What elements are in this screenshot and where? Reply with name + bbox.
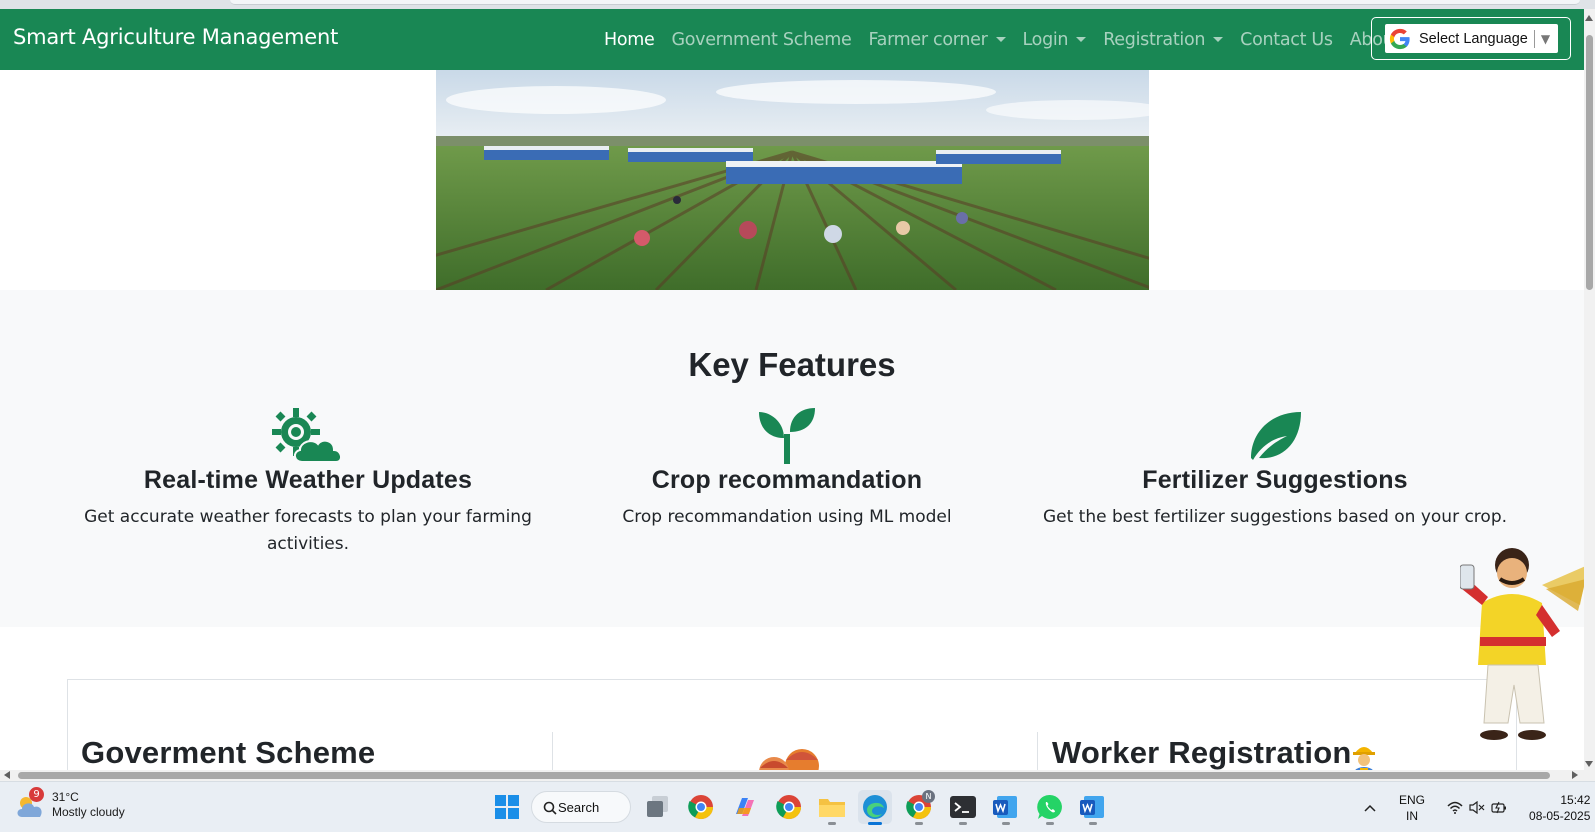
caret-down-icon [1213,37,1224,42]
nav-government-scheme-label: Government Scheme [671,29,852,50]
word-icon [1080,796,1104,818]
language-code: ENG [1399,792,1426,807]
system-tray: ENG IN 15:42 08-05-2025 [1363,782,1590,832]
chevron-up-icon[interactable] [1363,803,1377,813]
vertical-scrollbar[interactable] [1584,9,1595,781]
folder-icon [819,799,845,817]
page: Smart Agriculture Management Home Govern… [0,0,1595,832]
nav-farmer-corner-dropdown[interactable]: Farmer corner [869,30,1006,50]
word-icon [993,796,1017,818]
profile-badge: N [922,790,935,803]
google-icon [1389,28,1410,49]
scroll-right-arrow-icon[interactable] [1572,771,1578,779]
start-button[interactable] [490,790,524,824]
horizontal-scrollbar[interactable] [0,770,1584,781]
chrome-taskbar-button[interactable] [684,790,718,824]
terminal-taskbar-button[interactable] [946,790,980,825]
nav-contact-us-label: Contact Us [1240,29,1333,50]
search-icon [543,801,557,815]
battery-charging-icon[interactable] [1491,801,1507,814]
brand-title[interactable]: Smart Agriculture Management [13,25,338,49]
hero-section [0,70,1584,290]
feature-crop-recommendation: Crop recommandation Crop recommandation … [552,408,1022,531]
nav-farmer-corner-label: Farmer corner [868,29,988,50]
word-taskbar-button[interactable] [989,790,1023,825]
seedling-icon [759,408,815,464]
hero-farm-image [436,70,1149,290]
nav-home-label: Home [604,29,655,50]
feature-crop-title: Crop recommandation [651,466,923,494]
nav-links: Home Government Scheme Farmer corner Log… [604,9,1417,70]
nav-login-label: Login [1022,29,1069,50]
speaker-muted-icon[interactable] [1469,801,1485,814]
feature-fertilizer-description: Get the best fertilizer suggestions base… [1042,507,1508,527]
nav-registration-dropdown[interactable]: Registration [1103,29,1224,50]
government-scheme-heading: Goverment Scheme [81,735,376,770]
scroll-up-arrow-icon[interactable] [1585,15,1593,21]
wifi-icon[interactable] [1447,801,1463,814]
word-document-taskbar-button[interactable] [1076,790,1110,825]
nav-registration-label: Registration [1103,29,1206,50]
chrome-icon [776,795,801,820]
scroll-left-arrow-icon[interactable] [4,771,10,779]
caret-down-icon [995,37,1006,42]
language-divider [1533,29,1535,48]
clock-date: 08-05-2025 [1529,808,1591,823]
chrome-profile-taskbar-button[interactable] [772,790,806,824]
chrome-user-taskbar-button[interactable]: N [902,790,936,825]
weather-condition-text: Mostly cloudy [52,805,125,819]
nav-home[interactable]: Home [604,29,655,50]
vertical-scroll-thumb[interactable] [1586,35,1593,290]
file-explorer-button[interactable] [815,790,849,825]
chrome-icon [688,795,713,820]
terminal-icon [950,796,976,818]
feature-weather-title: Real-time Weather Updates [143,466,473,494]
search-label: Search [558,799,600,815]
temperature-text: 31°C [52,790,79,804]
browser-chrome-edge [0,0,1595,9]
clock[interactable]: 15:42 08-05-2025 [1529,792,1590,824]
weather-badge: 9 [29,787,44,802]
task-view-button[interactable] [641,790,675,824]
navbar: Smart Agriculture Management Home Govern… [0,9,1584,70]
leaf-icon [1251,412,1301,460]
nav-government-scheme[interactable]: Government Scheme [671,30,851,50]
nav-contact-us[interactable]: Contact Us [1240,30,1333,50]
weather-widget[interactable]: 9 31°C Mostly cloudy [16,787,125,820]
windows-taskbar: 9 31°C Mostly cloudy Search N ENG IN 15:… [0,781,1595,832]
task-view-icon [647,796,668,817]
copilot-taskbar-button[interactable] [728,790,762,824]
farmer-mascot-image[interactable] [1460,545,1588,745]
input-language-indicator[interactable]: ENG IN [1399,792,1425,824]
caret-down-icon [1076,37,1087,42]
language-select-label: Select Language [1419,30,1528,47]
whatsapp-taskbar-button[interactable] [1033,790,1067,825]
whatsapp-icon [1037,794,1062,819]
worker-registration-heading: Worker Registration [1052,735,1352,770]
services-card: Goverment Scheme Worker Registration [67,679,1517,780]
dropdown-arrow-icon: ▼ [1540,31,1551,46]
nav-login-dropdown[interactable]: Login [1023,30,1087,50]
language-selector-frame: Select Language ▼ [1371,17,1571,60]
feature-weather: Real-time Weather Updates Get accurate w… [73,408,543,558]
scroll-down-arrow-icon[interactable] [1585,761,1593,767]
copilot-icon [736,798,754,816]
region-code: IN [1406,808,1418,823]
feature-crop-description: Crop recommandation using ML model [622,507,952,527]
key-features-title: Key Features [688,346,896,383]
taskbar-search[interactable]: Search [531,791,631,823]
key-features-section: Key Features Real-time Weather Updates G… [0,290,1584,627]
windows-logo-icon [495,795,519,819]
edge-icon [863,795,887,819]
clock-time: 15:42 [1560,792,1591,807]
feature-weather-description: Get accurate weather forecasts to plan y… [84,507,532,554]
feature-fertilizer-title: Fertilizer Suggestions [1142,466,1408,494]
weather-icon [272,408,342,463]
edge-taskbar-button[interactable] [858,790,892,825]
horizontal-scroll-thumb[interactable] [18,772,1550,779]
feature-fertilizer: Fertilizer Suggestions Get the best fert… [1040,408,1510,531]
language-select[interactable]: Select Language ▼ [1385,24,1558,53]
